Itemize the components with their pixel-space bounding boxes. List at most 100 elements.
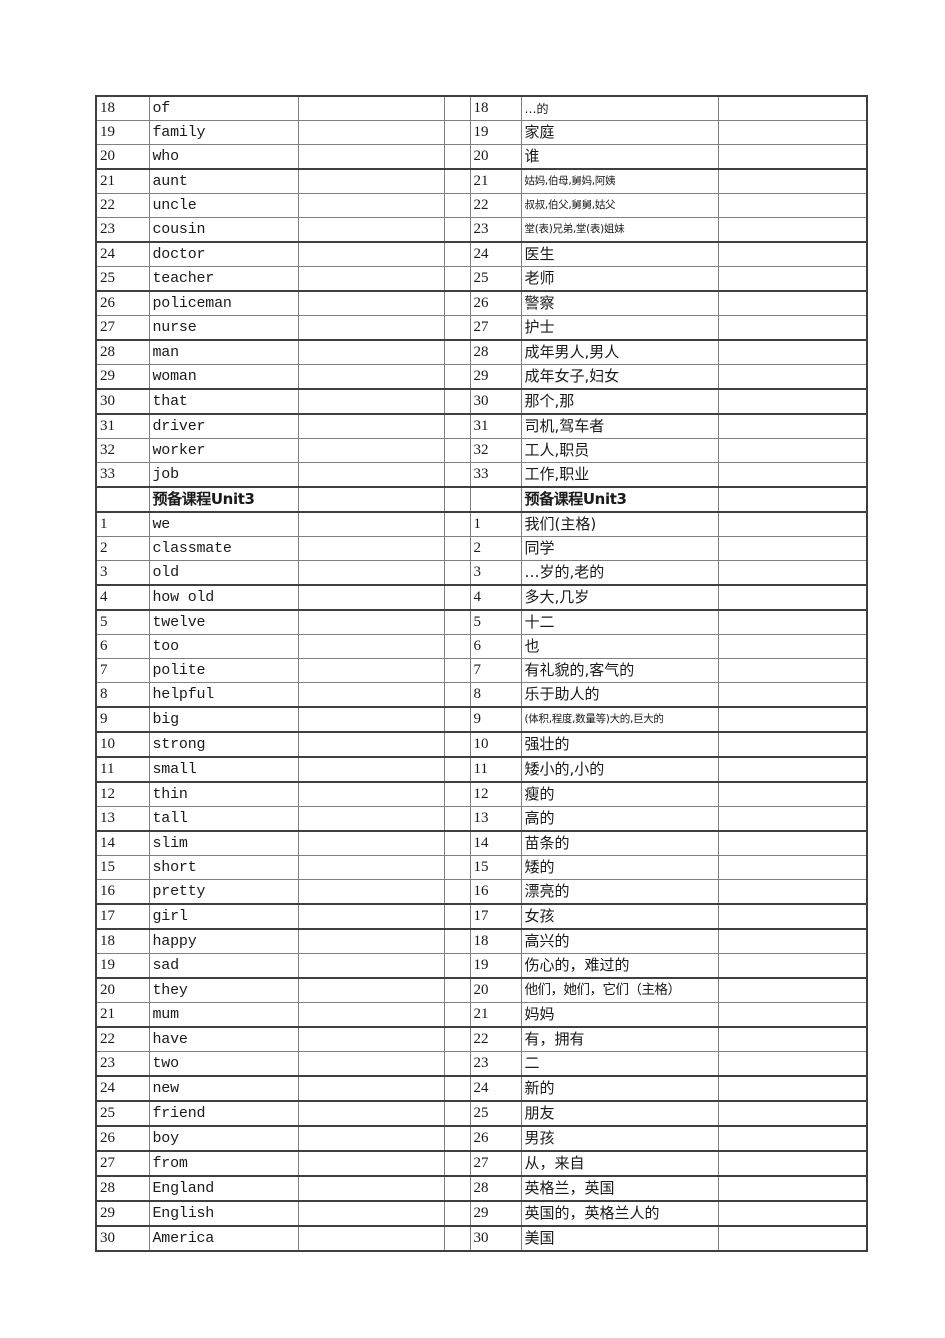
cell-english[interactable]: teacher bbox=[148, 266, 299, 292]
cell-index-right[interactable]: 17 bbox=[469, 903, 522, 930]
cell-blank-left[interactable] bbox=[297, 1051, 445, 1077]
cell-index-right[interactable]: 9 bbox=[469, 706, 522, 733]
cell-index-left[interactable]: 16 bbox=[95, 879, 150, 905]
cell-gap[interactable] bbox=[443, 560, 471, 586]
cell-index-right[interactable]: 10 bbox=[469, 731, 522, 758]
cell-index-right[interactable]: 25 bbox=[469, 1100, 522, 1127]
cell-blank-left[interactable] bbox=[297, 388, 445, 415]
cell-english[interactable]: friend bbox=[148, 1100, 299, 1127]
cell-blank-right[interactable] bbox=[717, 217, 868, 243]
cell-english[interactable]: doctor bbox=[148, 241, 299, 267]
cell-english[interactable]: too bbox=[148, 634, 299, 659]
cell-index-left[interactable]: 11 bbox=[95, 756, 150, 783]
cell-english[interactable]: small bbox=[148, 756, 299, 783]
cell-chinese[interactable]: 强壮的 bbox=[520, 731, 719, 758]
cell-index-right[interactable]: 20 bbox=[469, 144, 522, 170]
cell-chinese[interactable]: 英国的，英格兰人的 bbox=[520, 1200, 719, 1227]
cell-index-left[interactable]: 21 bbox=[95, 1002, 150, 1028]
cell-index-left[interactable]: 18 bbox=[95, 95, 150, 121]
cell-blank-right[interactable] bbox=[717, 830, 868, 856]
cell-english[interactable]: woman bbox=[148, 364, 299, 390]
cell-index-right[interactable]: 27 bbox=[469, 315, 522, 341]
cell-english[interactable]: policeman bbox=[148, 290, 299, 316]
cell-english[interactable]: helpful bbox=[148, 682, 299, 708]
cell-blank-left[interactable] bbox=[297, 315, 445, 341]
cell-blank-right[interactable] bbox=[717, 339, 868, 365]
cell-blank-right[interactable] bbox=[717, 168, 868, 194]
cell-blank-left[interactable] bbox=[297, 634, 445, 659]
cell-index-left[interactable]: 30 bbox=[95, 1225, 150, 1252]
cell-chinese[interactable]: 谁 bbox=[520, 144, 719, 170]
cell-blank-left[interactable] bbox=[297, 536, 445, 561]
cell-index-right[interactable]: 8 bbox=[469, 682, 522, 708]
cell-english[interactable]: tall bbox=[148, 806, 299, 832]
cell-chinese[interactable]: 矮的 bbox=[520, 855, 719, 880]
cell-blank-right[interactable] bbox=[717, 511, 868, 537]
cell-index-right[interactable]: 26 bbox=[469, 290, 522, 316]
cell-chinese[interactable]: 同学 bbox=[520, 536, 719, 561]
cell-gap[interactable] bbox=[443, 193, 471, 218]
cell-gap[interactable] bbox=[443, 339, 471, 365]
cell-blank-right[interactable] bbox=[717, 560, 868, 586]
cell-index-right[interactable]: 23 bbox=[469, 217, 522, 243]
cell-index-right[interactable]: 24 bbox=[469, 241, 522, 267]
cell-blank-right[interactable] bbox=[717, 462, 868, 488]
cell-blank-right[interactable] bbox=[717, 634, 868, 659]
cell-blank-right[interactable] bbox=[717, 290, 868, 316]
cell-blank-right[interactable] bbox=[717, 756, 868, 783]
cell-blank-right[interactable] bbox=[717, 241, 868, 267]
cell-index-left[interactable]: 19 bbox=[95, 953, 150, 979]
cell-gap[interactable] bbox=[443, 1125, 471, 1152]
cell-index-left[interactable]: 21 bbox=[95, 168, 150, 194]
cell-index-left[interactable]: 25 bbox=[95, 266, 150, 292]
cell-gap[interactable] bbox=[443, 879, 471, 905]
cell-blank-left[interactable] bbox=[297, 1100, 445, 1127]
cell-english[interactable]: aunt bbox=[148, 168, 299, 194]
cell-gap[interactable] bbox=[443, 977, 471, 1003]
cell-blank-right[interactable] bbox=[717, 1075, 868, 1102]
cell-index-right[interactable]: 3 bbox=[469, 560, 522, 586]
cell-blank-right[interactable] bbox=[717, 1175, 868, 1202]
cell-english[interactable]: worker bbox=[148, 438, 299, 463]
cell-blank-left[interactable] bbox=[297, 120, 445, 145]
cell-gap[interactable] bbox=[443, 462, 471, 488]
cell-chinese[interactable]: 叔叔,伯父,舅舅,姑父 bbox=[520, 193, 719, 218]
cell-gap[interactable] bbox=[443, 953, 471, 979]
cell-index-left[interactable]: 23 bbox=[95, 1051, 150, 1077]
cell-blank-left[interactable] bbox=[297, 830, 445, 856]
cell-gap[interactable] bbox=[443, 1026, 471, 1052]
cell-blank-right[interactable] bbox=[717, 1225, 868, 1252]
cell-index-right[interactable]: 31 bbox=[469, 413, 522, 439]
cell-chinese[interactable]: 伤心的，难过的 bbox=[520, 953, 719, 979]
cell-index-left[interactable]: 2 bbox=[95, 536, 150, 561]
cell-blank-left[interactable] bbox=[297, 928, 445, 954]
cell-blank-left[interactable] bbox=[297, 511, 445, 537]
cell-gap[interactable] bbox=[443, 1150, 471, 1177]
cell-index-left[interactable]: 6 bbox=[95, 634, 150, 659]
cell-gap[interactable] bbox=[443, 731, 471, 758]
cell-index-left[interactable]: 8 bbox=[95, 682, 150, 708]
cell-blank-right[interactable] bbox=[717, 953, 868, 979]
cell-blank-left[interactable] bbox=[297, 977, 445, 1003]
cell-chinese[interactable]: 女孩 bbox=[520, 903, 719, 930]
cell-english[interactable]: America bbox=[148, 1225, 299, 1252]
cell-chinese[interactable]: 我们(主格) bbox=[520, 511, 719, 537]
cell-blank-right[interactable] bbox=[717, 682, 868, 708]
cell-blank-left[interactable] bbox=[297, 241, 445, 267]
cell-index-left[interactable]: 27 bbox=[95, 315, 150, 341]
cell-gap[interactable] bbox=[443, 1225, 471, 1252]
cell-index-left[interactable]: 20 bbox=[95, 977, 150, 1003]
cell-blank-right[interactable] bbox=[717, 438, 868, 463]
cell-chinese[interactable]: 工人,职员 bbox=[520, 438, 719, 463]
cell-gap[interactable] bbox=[443, 120, 471, 145]
cell-blank-left[interactable] bbox=[297, 609, 445, 635]
cell-gap[interactable] bbox=[443, 144, 471, 170]
cell-blank-left[interactable] bbox=[297, 486, 445, 513]
cell-english[interactable]: mum bbox=[148, 1002, 299, 1028]
cell-english[interactable]: thin bbox=[148, 781, 299, 807]
cell-index-left[interactable]: 17 bbox=[95, 903, 150, 930]
cell-chinese[interactable]: 堂(表)兄弟,堂(表)姐妹 bbox=[520, 217, 719, 243]
cell-index-left[interactable]: 24 bbox=[95, 241, 150, 267]
cell-index-right[interactable] bbox=[469, 486, 522, 513]
cell-chinese[interactable]: 高兴的 bbox=[520, 928, 719, 954]
